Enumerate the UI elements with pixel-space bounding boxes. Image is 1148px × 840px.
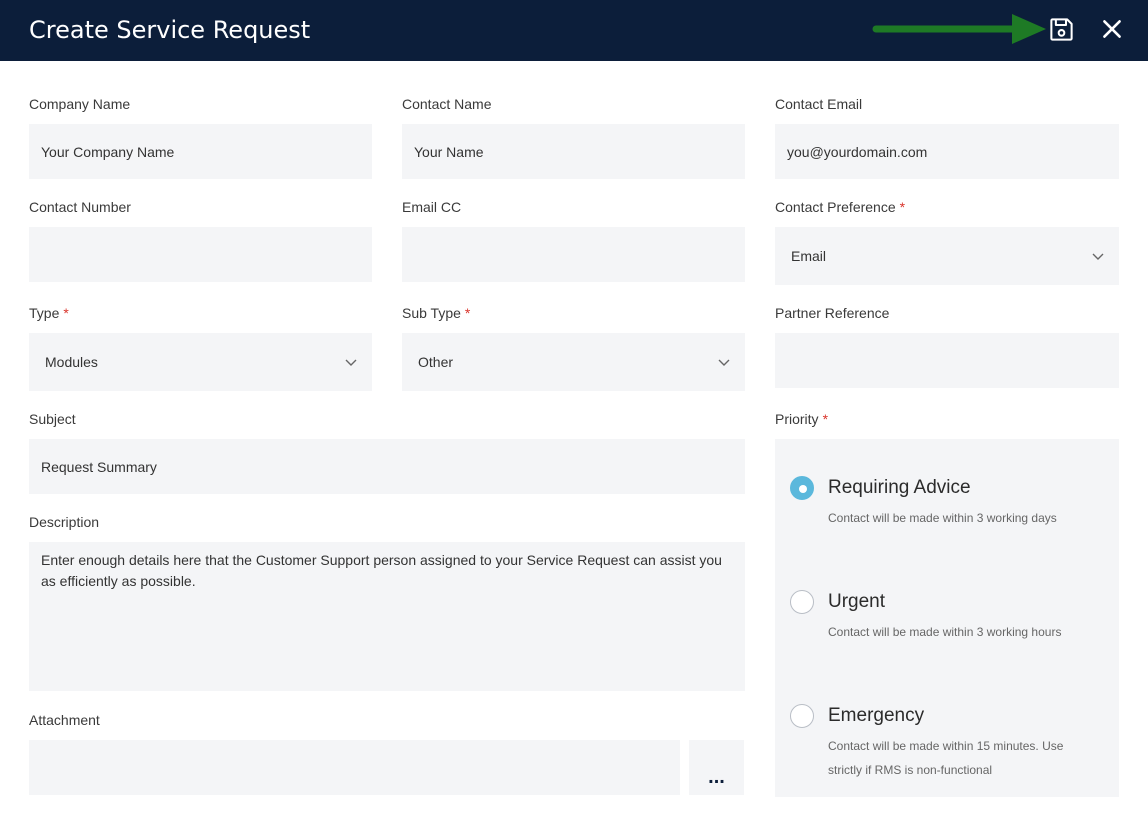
radio-unselected[interactable] [790, 590, 814, 614]
chevron-down-icon [345, 359, 357, 366]
priority-option-label: Urgent [828, 591, 886, 612]
priority-label: Priority * [775, 410, 828, 428]
email-cc-input[interactable] [402, 227, 745, 282]
contact-number-label: Contact Number [29, 199, 131, 215]
priority-option-description: Contact will be made within 3 working da… [828, 511, 1057, 525]
type-label: Type * [29, 304, 69, 322]
required-marker: * [63, 305, 69, 321]
contact-name-label: Contact Name [402, 96, 492, 112]
sub-type-select[interactable]: Other [402, 333, 745, 391]
contact-email-label: Contact Email [775, 96, 863, 112]
browse-attachment-button[interactable]: ... [689, 740, 744, 795]
contact-email-input[interactable] [775, 124, 1119, 179]
green-arrow-annotation [872, 14, 1046, 44]
required-marker: * [822, 411, 829, 427]
type-label-text: Type [29, 305, 60, 321]
priority-option-label: Requiring Advice [828, 477, 971, 498]
required-marker: * [464, 305, 471, 321]
dialog-header: Create Service Request [0, 0, 1148, 61]
partner-reference-label: Partner Reference [775, 305, 890, 321]
attachment-input[interactable] [29, 740, 680, 795]
priority-option-description: Contact will be made within 15 minutes. … [828, 739, 1064, 777]
attachment-label: Attachment [29, 712, 100, 728]
priority-label-text: Priority [775, 411, 819, 427]
close-button[interactable] [1099, 16, 1125, 42]
description-label: Description [29, 514, 100, 530]
sub-type-label-text: Sub Type [402, 305, 461, 321]
save-button[interactable] [1048, 16, 1075, 43]
subject-input[interactable] [29, 439, 745, 494]
company-name-input[interactable] [29, 124, 372, 179]
description-textarea[interactable]: Enter enough details here that the Custo… [29, 542, 745, 691]
contact-number-input[interactable] [29, 227, 372, 282]
sub-type-value: Other [418, 354, 454, 370]
close-icon [1103, 20, 1121, 38]
contact-name-input[interactable] [402, 124, 745, 179]
company-name-label: Company Name [29, 96, 131, 112]
radio-unselected[interactable] [790, 704, 814, 728]
type-value: Modules [45, 354, 98, 370]
priority-option-label: Emergency [828, 705, 925, 726]
priority-radio-group: Requiring Advice Contact will be made wi… [775, 439, 1119, 797]
contact-preference-select[interactable]: Email [775, 227, 1119, 285]
type-select[interactable]: Modules [29, 333, 372, 391]
priority-option-urgent[interactable]: Urgent Contact will be made within 3 wor… [790, 590, 1100, 650]
chevron-down-icon [718, 359, 730, 366]
contact-preference-label-text: Contact Preference [775, 199, 896, 215]
contact-preference-label: Contact Preference * [775, 198, 905, 216]
save-icon [1050, 18, 1073, 41]
email-cc-label: Email CC [402, 199, 462, 215]
priority-option-requiring-advice[interactable]: Requiring Advice Contact will be made wi… [790, 476, 1100, 536]
subject-label: Subject [29, 411, 76, 427]
sub-type-label: Sub Type * [402, 304, 470, 322]
required-marker: * [899, 199, 906, 215]
partner-reference-input[interactable] [775, 333, 1119, 388]
radio-selected[interactable] [790, 476, 814, 500]
dialog-title: Create Service Request [29, 16, 311, 44]
chevron-down-icon [1092, 253, 1104, 260]
contact-preference-value: Email [791, 248, 827, 264]
priority-option-description: Contact will be made within 3 working ho… [828, 625, 1062, 639]
priority-option-emergency[interactable]: Emergency Contact will be made within 15… [790, 704, 1100, 784]
